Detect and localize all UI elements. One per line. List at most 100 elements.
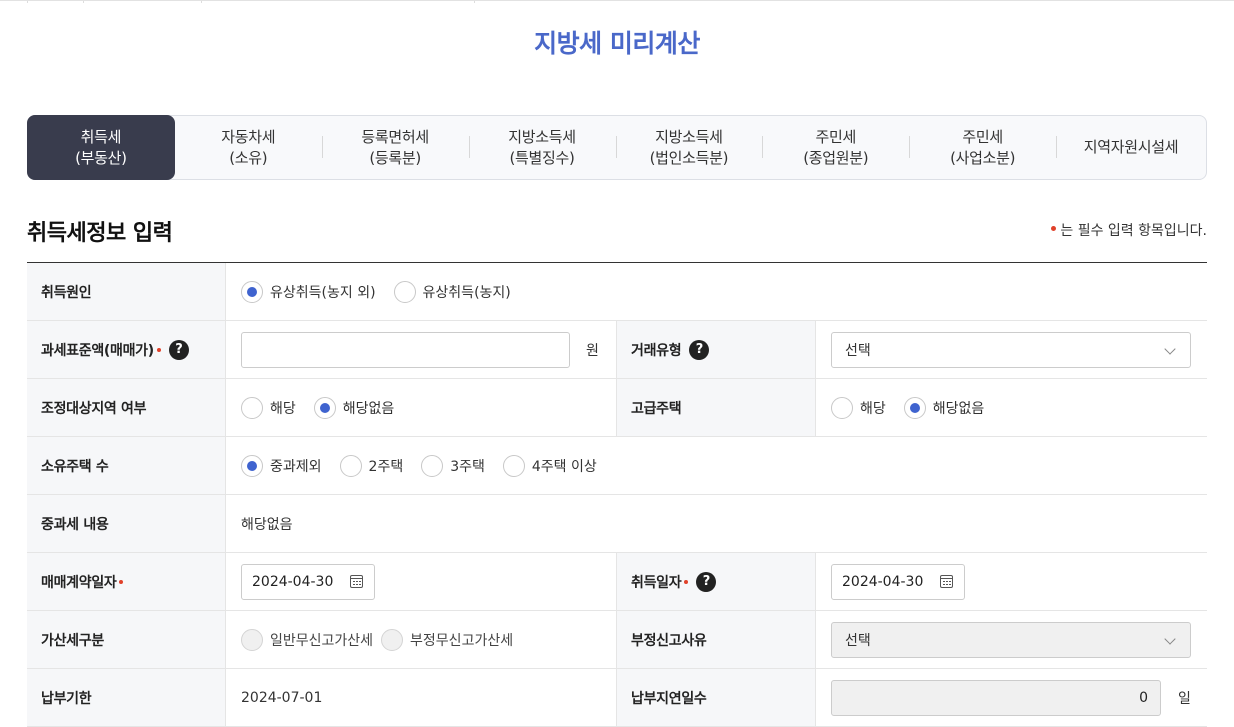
due-date-label: 납부기한: [27, 669, 226, 726]
tab-vehicle-tax[interactable]: 자동차세 (소유): [175, 116, 322, 179]
section-title: 취득세정보 입력: [27, 221, 173, 246]
tab-sublabel: (종업원분): [803, 148, 869, 167]
radio-unchecked-icon: [339, 454, 362, 477]
due-date-value: 2024-07-01: [241, 689, 323, 706]
radio-luxury-no[interactable]: 해당없음: [903, 396, 984, 419]
tax-base-label: 과세표준액(매매가)?: [27, 321, 226, 378]
radio-adjusted-no[interactable]: 해당없음: [313, 396, 394, 419]
tab-label: 자동차세: [221, 127, 276, 146]
acquisition-cause-label: 취득원인: [27, 263, 226, 320]
page-title: 지방세 미리계산: [534, 29, 700, 58]
tab-resident-business[interactable]: 주민세 (사업소분): [909, 116, 1056, 179]
acquisition-date-input[interactable]: 2024-04-30: [831, 563, 965, 600]
tax-base-cell: 원: [226, 321, 616, 378]
radio-unchecked-icon: [421, 454, 444, 477]
trade-type-cell: 선택: [816, 321, 1207, 378]
radio-luxury-yes[interactable]: 해당: [831, 396, 886, 419]
acquisition-date-label: 취득일자?: [616, 553, 816, 610]
top-border: [0, 0, 1234, 3]
late-days-cell: 0 일: [816, 669, 1207, 726]
tab-label: 지방소득세: [508, 127, 576, 146]
radio-general-penalty[interactable]: 일반무신고가산세: [241, 628, 373, 651]
tab-label: 주민세: [815, 127, 857, 146]
adjusted-area-label: 조정대상지역 여부: [27, 379, 226, 436]
radio-adjusted-yes[interactable]: 해당: [241, 396, 296, 419]
luxury-house-label: 고급주택: [616, 379, 816, 436]
contract-date-label: 매매계약일자: [27, 553, 226, 610]
won-unit: 원: [586, 342, 599, 359]
tab-local-income-special[interactable]: 지방소득세 (특별징수): [468, 116, 616, 179]
radio-unchecked-icon: [393, 280, 416, 303]
tab-label: 주민세: [962, 127, 1003, 146]
radio-house-4plus[interactable]: 4주택 이상: [502, 454, 597, 477]
tab-sublabel: (특별징수): [509, 148, 575, 167]
calendar-icon[interactable]: [940, 574, 953, 588]
radio-paid-non-farmland[interactable]: 유상취득(농지 외): [241, 280, 376, 303]
required-dot-icon: [119, 579, 124, 584]
tab-sublabel: (사업소분): [950, 148, 1016, 167]
form-row: 매매계약일자 2024-04-30 취득일자? 2024-04-30: [27, 553, 1207, 611]
radio-unchecked-icon: [241, 396, 263, 419]
radio-fraud-penalty[interactable]: 부정무신고가산세: [381, 628, 513, 651]
radio-house-2[interactable]: 2주택: [339, 454, 403, 477]
late-days-input[interactable]: 0: [831, 679, 1161, 716]
house-count-label: 소유주택 수: [27, 437, 226, 494]
radio-unchecked-icon: [502, 454, 525, 477]
radio-house-exempt[interactable]: 중과제외: [241, 454, 322, 477]
chevron-down-icon: [1164, 632, 1176, 645]
radio-checked-icon: [241, 454, 263, 477]
late-days-label: 납부지연일수: [616, 669, 816, 726]
tab-sublabel: (법인소득분): [649, 148, 729, 167]
required-note: 는 필수 입력 항목입니다.: [1051, 220, 1207, 240]
acquisition-tax-form: 취득원인 유상취득(농지 외) 유상취득(농지) 과세표준액(매매가)? 원 거…: [27, 262, 1207, 727]
tab-resident-employee[interactable]: 주민세 (종업원분): [762, 116, 909, 179]
form-row: 납부기한 2024-07-01 납부지연일수 0 일: [27, 669, 1207, 727]
chevron-down-icon: [1164, 342, 1176, 355]
radio-disabled-icon: [241, 628, 263, 651]
radio-unchecked-icon: [831, 396, 853, 419]
acquisition-cause-options: 유상취득(농지 외) 유상취득(농지): [226, 263, 1207, 320]
tab-local-income-corporate[interactable]: 지방소득세 (법인소득분): [615, 116, 763, 179]
help-icon[interactable]: ?: [696, 571, 717, 592]
tax-base-input[interactable]: [241, 331, 570, 368]
help-icon[interactable]: ?: [168, 339, 189, 360]
tab-sublabel: (소유): [229, 148, 268, 167]
calendar-icon[interactable]: [350, 574, 363, 588]
form-row: 중과세 내용 해당없음: [27, 495, 1207, 553]
contract-date-cell: 2024-04-30: [226, 553, 616, 610]
help-icon[interactable]: ?: [689, 339, 710, 360]
penalty-type-options: 일반무신고가산세 부정무신고가산세: [226, 611, 616, 668]
radio-paid-farmland[interactable]: 유상취득(농지): [393, 280, 511, 303]
fraud-reason-cell: 선택: [816, 611, 1207, 668]
required-dot-icon: [156, 347, 161, 352]
required-dot-icon: [1051, 226, 1057, 231]
tab-label: 지방소득세: [655, 127, 723, 146]
required-note-text: 는 필수 입력 항목입니다.: [1060, 223, 1207, 239]
form-row: 취득원인 유상취득(농지 외) 유상취득(농지): [27, 263, 1207, 321]
tab-label: 취득세: [80, 127, 122, 146]
form-row: 가산세구분 일반무신고가산세 부정무신고가산세 부정신고사유 선택: [27, 611, 1207, 669]
acquisition-date-cell: 2024-04-30: [816, 553, 1207, 610]
trade-type-select[interactable]: 선택: [831, 331, 1191, 368]
radio-checked-icon: [313, 396, 336, 419]
penalty-type-label: 가산세구분: [27, 611, 226, 668]
fraud-reason-select[interactable]: 선택: [831, 621, 1191, 658]
luxury-house-options: 해당 해당없음: [816, 379, 1207, 436]
tab-registration-tax[interactable]: 등록면허세 (등록분): [321, 116, 469, 179]
tab-label: 지역자원시설세: [1083, 138, 1179, 156]
fraud-reason-label: 부정신고사유: [616, 611, 816, 668]
tab-sublabel: (등록분): [369, 148, 421, 167]
heavy-tax-value: 해당없음: [241, 516, 293, 533]
tab-regional-resource[interactable]: 지역자원시설세: [1056, 116, 1206, 179]
contract-date-input[interactable]: 2024-04-30: [241, 563, 375, 600]
tab-label: 등록면허세: [361, 127, 429, 146]
tab-sublabel: (부동산): [75, 148, 127, 167]
adjusted-area-options: 해당 해당없음: [226, 379, 616, 436]
trade-type-label: 거래유형?: [616, 321, 816, 378]
radio-house-3[interactable]: 3주택: [421, 454, 485, 477]
tab-acquisition-tax[interactable]: 취득세 (부동산): [27, 115, 175, 180]
form-row: 소유주택 수 중과제외 2주택 3주택 4주택 이상: [27, 437, 1207, 495]
heavy-tax-label: 중과세 내용: [27, 495, 226, 552]
required-dot-icon: [684, 579, 689, 584]
house-count-options: 중과제외 2주택 3주택 4주택 이상: [226, 437, 1207, 494]
